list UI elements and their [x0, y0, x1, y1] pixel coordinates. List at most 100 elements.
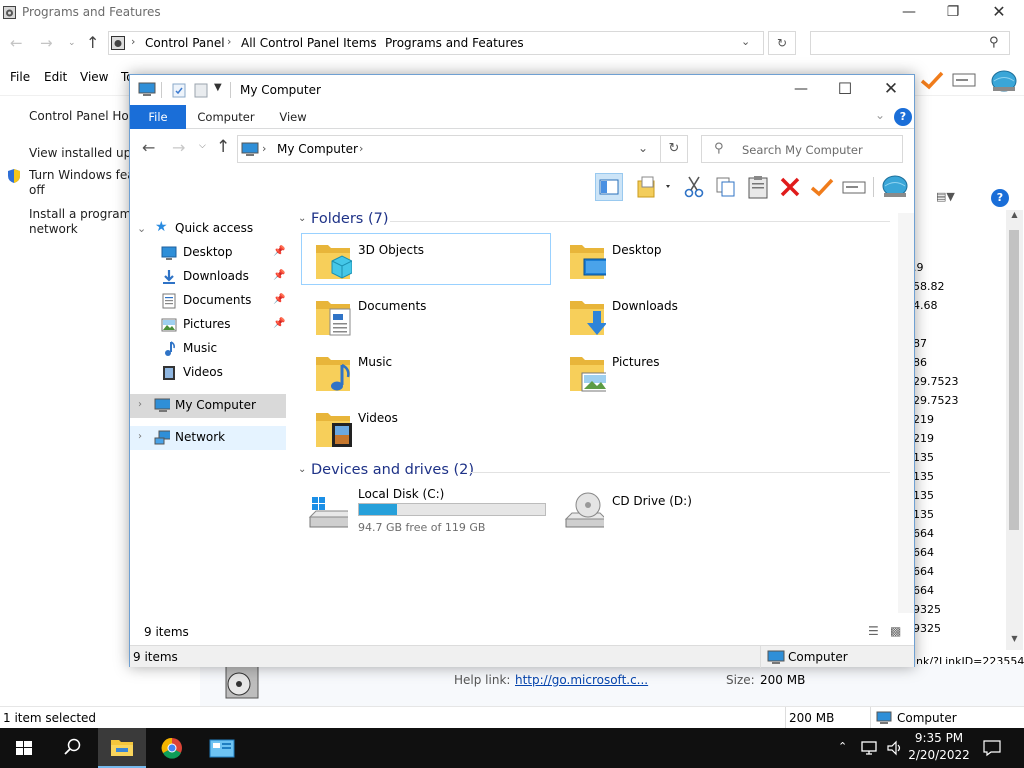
nav-quick-music[interactable]: Music: [130, 337, 287, 361]
search-input[interactable]: ⚲ Search My Computer: [701, 135, 903, 163]
bg-close-button[interactable]: ✕: [976, 0, 1022, 26]
bg-forward-button[interactable]: →: [40, 34, 53, 52]
pin-icon[interactable]: 📌: [273, 246, 285, 257]
drive-cd-d[interactable]: CD Drive (D:): [556, 485, 806, 537]
properties-icon[interactable]: [172, 83, 186, 98]
folder-documents[interactable]: Documents: [302, 290, 552, 342]
menu-file[interactable]: File: [10, 70, 30, 84]
cut-button[interactable]: [680, 173, 708, 201]
recent-locations-dropdown[interactable]: ⌵: [199, 141, 206, 151]
address-my-computer[interactable]: My Computer: [277, 142, 358, 156]
network-globe-button[interactable]: [880, 173, 908, 201]
chevron-down-icon[interactable]: ⌄: [298, 464, 306, 475]
tray-chevron-icon[interactable]: ⌃: [838, 740, 847, 753]
address-bar[interactable]: › My Computer › ⌄: [237, 135, 661, 163]
pin-icon[interactable]: 📌: [273, 318, 285, 329]
scroll-down-icon[interactable]: ▼: [1006, 634, 1023, 648]
minimize-button[interactable]: —: [778, 77, 824, 103]
clock-time[interactable]: 9:35 PM: [906, 731, 972, 745]
nav-quick-documents[interactable]: Documents 📌: [130, 289, 287, 313]
chevron-down-icon[interactable]: ⌄: [638, 141, 648, 155]
folder-videos[interactable]: Videos: [302, 402, 552, 454]
checkmark-icon[interactable]: [918, 70, 946, 90]
chrome-taskbar-button[interactable]: [148, 728, 196, 768]
nav-quick-downloads[interactable]: Downloads 📌: [130, 265, 287, 289]
new-folder-icon[interactable]: [194, 83, 208, 98]
view-options-icon[interactable]: ▤▼: [936, 190, 955, 203]
notification-icon[interactable]: [982, 739, 1002, 757]
preview-pane-button[interactable]: [595, 173, 623, 201]
bg-back-button[interactable]: ←: [10, 34, 23, 52]
refresh-button[interactable]: ↻: [660, 135, 688, 163]
bg-maximize-button[interactable]: ❐: [930, 0, 976, 26]
chevron-down-icon[interactable]: ⌄: [741, 35, 750, 48]
network-tray-icon[interactable]: [860, 739, 880, 757]
folder-pictures[interactable]: Pictures: [556, 346, 806, 398]
tab-computer[interactable]: Computer: [192, 105, 260, 129]
rename-icon[interactable]: [952, 72, 976, 88]
bg-up-button[interactable]: ↑: [86, 33, 99, 52]
bg-scrollbar[interactable]: ▲ ▼: [1006, 210, 1023, 650]
nav-quick-access[interactable]: ⌄ ★ Quick access: [130, 217, 287, 241]
search-taskbar-button[interactable]: [48, 728, 96, 768]
details-view-icon[interactable]: ☰: [868, 624, 879, 638]
paste-button[interactable]: [744, 173, 772, 201]
bg-minimize-button[interactable]: —: [886, 0, 932, 26]
pin-icon[interactable]: 📌: [273, 294, 285, 305]
chevron-down-icon[interactable]: ⌄: [298, 213, 306, 224]
pin-icon[interactable]: 📌: [273, 270, 285, 281]
devices-group-header[interactable]: ⌄ Devices and drives (2): [292, 462, 892, 482]
install-program-link-line2[interactable]: network: [29, 222, 130, 236]
rename-button[interactable]: [840, 173, 868, 201]
tab-view[interactable]: View: [270, 105, 316, 129]
scroll-thumb[interactable]: [1009, 230, 1019, 530]
maximize-button[interactable]: ☐: [822, 77, 868, 103]
turn-windows-features-link[interactable]: Turn Windows feat: [29, 168, 130, 182]
drive-local-disk-c[interactable]: Local Disk (C:) 94.7 GB free of 119 GB: [302, 485, 552, 537]
bg-search-input[interactable]: ⚲: [810, 31, 1010, 55]
turn-windows-features-link-line2[interactable]: off: [29, 183, 130, 197]
volume-icon[interactable]: [886, 739, 904, 757]
help-icon[interactable]: ?: [894, 108, 912, 126]
nav-network[interactable]: › Network: [130, 426, 286, 450]
close-button[interactable]: ✕: [868, 77, 914, 103]
view-installed-updates-link[interactable]: View installed upda: [29, 146, 130, 160]
folder-desktop[interactable]: Desktop: [556, 234, 806, 286]
up-button[interactable]: ↑: [216, 137, 230, 157]
breadcrumb-all-items[interactable]: All Control Panel Items: [241, 36, 377, 50]
control-panel-taskbar-button[interactable]: [198, 728, 246, 768]
folder-music[interactable]: Music: [302, 346, 552, 398]
tab-file[interactable]: File: [130, 105, 186, 129]
clock-date[interactable]: 2/20/2022: [906, 748, 972, 762]
help-icon[interactable]: ?: [991, 189, 1009, 207]
nav-quick-videos[interactable]: Videos: [130, 361, 287, 385]
apply-button[interactable]: [808, 173, 836, 201]
bg-recent-dropdown[interactable]: ⌄: [68, 38, 76, 48]
nav-quick-pictures[interactable]: Pictures 📌: [130, 313, 287, 337]
chevron-right-icon[interactable]: ›: [138, 431, 142, 442]
menu-view[interactable]: View: [80, 70, 108, 84]
delete-button[interactable]: [776, 173, 804, 201]
nav-quick-desktop[interactable]: Desktop 📌: [130, 241, 287, 265]
help-link-value[interactable]: http://go.microsoft.c...: [515, 673, 648, 687]
start-button[interactable]: [0, 728, 48, 768]
breadcrumb-programs[interactable]: Programs and Features: [385, 36, 524, 50]
forward-button[interactable]: →: [172, 138, 185, 157]
folders-group-header[interactable]: ⌄ Folders (7): [292, 211, 892, 231]
globe-icon[interactable]: [990, 68, 1018, 92]
content-scrollbar[interactable]: [898, 213, 914, 613]
file-explorer-taskbar-button[interactable]: [98, 728, 146, 768]
breadcrumb-control-panel[interactable]: Control Panel: [145, 36, 225, 50]
expand-ribbon-icon[interactable]: ⌄: [875, 108, 885, 122]
large-icons-view-icon[interactable]: ▩: [890, 624, 901, 638]
bg-address-bar[interactable]: › Control Panel › All Control Panel Item…: [108, 31, 764, 55]
qat-dropdown-icon[interactable]: ▼: [214, 82, 222, 93]
copy-button[interactable]: [712, 173, 740, 201]
folder-downloads[interactable]: Downloads: [556, 290, 806, 342]
back-button[interactable]: ←: [142, 138, 155, 157]
chevron-down-icon[interactable]: ⌄: [137, 222, 146, 235]
install-program-link[interactable]: Install a program fr: [29, 207, 130, 221]
chevron-right-icon[interactable]: ›: [138, 399, 142, 410]
folder-3d-objects[interactable]: 3D Objects: [301, 233, 551, 285]
menu-edit[interactable]: Edit: [44, 70, 67, 84]
